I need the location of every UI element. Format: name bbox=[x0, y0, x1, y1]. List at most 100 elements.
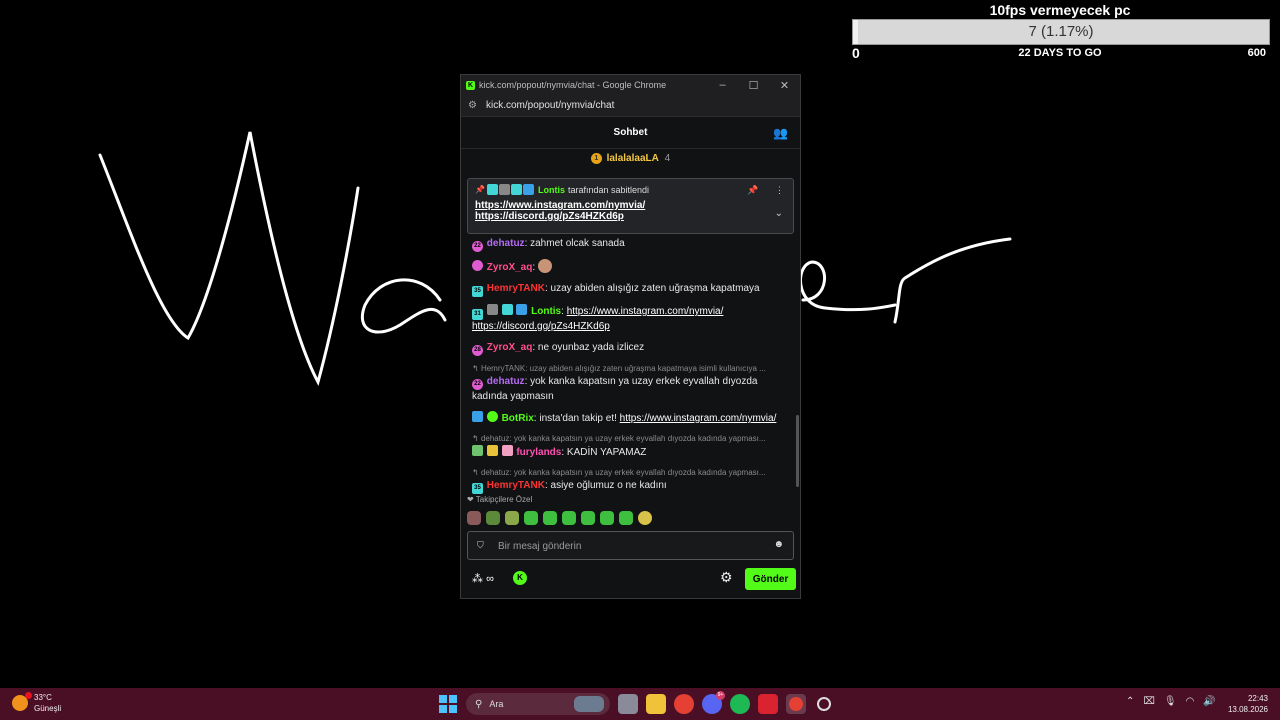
window-titlebar[interactable]: K kick.com/popout/nymvia/chat - Google C… bbox=[461, 75, 800, 95]
chat-link[interactable]: https://www.instagram.com/nymvia/ bbox=[567, 306, 724, 317]
chat-message: BotRix: insta'dan takip et! https://www.… bbox=[472, 411, 790, 426]
send-button[interactable]: Gönder bbox=[745, 568, 796, 590]
red-app-icon[interactable] bbox=[758, 694, 778, 714]
globe-badge-icon bbox=[472, 445, 483, 456]
chevron-down-icon[interactable]: ⌄ bbox=[775, 208, 783, 219]
minimize-button[interactable]: – bbox=[707, 79, 738, 91]
emote-icon[interactable] bbox=[619, 511, 633, 525]
handwriting-stroke bbox=[799, 260, 897, 312]
message-input[interactable] bbox=[498, 538, 758, 554]
handwriting-stroke bbox=[893, 237, 1012, 324]
volume-icon[interactable]: 🔊 bbox=[1203, 696, 1215, 707]
pinned-link-instagram[interactable]: https://www.instagram.com/nymvia/ bbox=[475, 200, 786, 211]
chat-username[interactable]: dehatuz bbox=[487, 376, 525, 387]
users-icon[interactable]: 👥 bbox=[773, 126, 788, 140]
chat-text: ne oyunbaz yada izlicez bbox=[537, 342, 645, 353]
start-button[interactable] bbox=[438, 694, 458, 714]
chat-scrollbar[interactable] bbox=[796, 415, 799, 487]
donation-goal-widget: 10fps vermeyecek pc 7 (1.17%) 0 22 DAYS … bbox=[850, 0, 1270, 62]
emote-icon[interactable] bbox=[543, 511, 557, 525]
chrome-logo-icon bbox=[789, 697, 803, 711]
wifi-icon[interactable]: ◠ bbox=[1186, 696, 1195, 707]
reply-preview[interactable]: ↰ dehatuz: yok kanka kapatsın ya uzay er… bbox=[472, 467, 790, 479]
address-bar[interactable]: ⚙ kick.com/popout/nymvia/chat bbox=[461, 95, 800, 117]
cat-badge-icon bbox=[501, 445, 513, 456]
pinned-body: https://www.instagram.com/nymvia/ https:… bbox=[475, 200, 786, 222]
sun-icon bbox=[12, 692, 32, 711]
moderator-badge-icon bbox=[472, 411, 483, 422]
chat-message: ↰ dehatuz: yok kanka kapatsın ya uzay er… bbox=[472, 433, 790, 460]
pinned-link-discord[interactable]: https://discord.gg/pZs4HZKd6p bbox=[475, 211, 786, 222]
more-options-icon[interactable]: ⋮ bbox=[775, 185, 784, 195]
chat-username[interactable]: BotRix bbox=[502, 413, 534, 424]
unpin-icon[interactable]: 📌 bbox=[747, 185, 758, 195]
chat-username[interactable]: ZyroX_aq bbox=[487, 342, 533, 353]
maximize-button[interactable]: ☐ bbox=[738, 79, 769, 92]
chat-message: ↰ HemryTANK: uzay abiden alışığız zaten … bbox=[472, 363, 790, 404]
emote-icon[interactable] bbox=[524, 511, 538, 525]
chat-username[interactable]: HemryTANK bbox=[487, 480, 545, 491]
reply-preview[interactable]: ↰ HemryTANK: uzay abiden alışığız zaten … bbox=[472, 363, 790, 375]
rank-coin-icon: 1 bbox=[590, 152, 602, 164]
message-input-box[interactable]: ⛉ ☻ bbox=[467, 531, 794, 560]
chat-username[interactable]: furylands bbox=[516, 447, 561, 458]
chrome-active-icon[interactable] bbox=[786, 694, 806, 714]
weather-condition: Güneşli bbox=[34, 704, 62, 713]
site-settings-icon[interactable]: ⚙ bbox=[468, 100, 477, 111]
chat-text: uzay abiden alışığız zaten uğraşma kapat… bbox=[550, 283, 760, 294]
weather-temp: 33°C bbox=[34, 693, 52, 702]
chevron-up-icon[interactable]: ⌃ bbox=[1126, 696, 1134, 707]
chrome-icon[interactable] bbox=[674, 694, 694, 714]
microphone-icon[interactable]: 🎙 bbox=[1164, 696, 1177, 707]
chat-link[interactable]: https://www.instagram.com/nymvia/ bbox=[620, 413, 777, 424]
spotify-icon[interactable] bbox=[730, 694, 750, 714]
pinned-author[interactable]: Lontis bbox=[538, 185, 565, 195]
subscriber-badge-icon: 31 bbox=[472, 309, 483, 320]
chat-message: 35 HemryTANK: uzay abiden alışığız zaten… bbox=[472, 282, 790, 297]
emote-icon[interactable] bbox=[581, 511, 595, 525]
shield-icon: ⛉ bbox=[477, 540, 484, 550]
pinned-actions: 📌 ⋮ bbox=[747, 185, 784, 196]
reply-preview[interactable]: ↰ dehatuz: yok kanka kapatsın ya uzay er… bbox=[472, 433, 790, 445]
pinned-message[interactable]: 📌 Lontis tarafından sabitlendi 📌 ⋮ https… bbox=[467, 178, 794, 234]
goal-days-left: 22 DAYS TO GO bbox=[1018, 47, 1102, 59]
emote-icon[interactable] bbox=[562, 511, 576, 525]
network-icon[interactable]: ⌧ bbox=[1143, 696, 1155, 707]
emote-icon[interactable] bbox=[467, 511, 481, 525]
close-button[interactable]: ✕ bbox=[769, 79, 800, 92]
settings-gear-icon[interactable]: ⚙ bbox=[720, 569, 733, 586]
search-highlight-image bbox=[574, 696, 604, 712]
emote-row bbox=[467, 511, 797, 525]
chat-username[interactable]: HemryTANK bbox=[487, 283, 545, 294]
taskbar-search[interactable]: ⚲ Ara bbox=[466, 693, 610, 715]
chat-link[interactable]: https://discord.gg/pZs4HZKd6p bbox=[472, 321, 610, 332]
chat-username[interactable]: Lontis bbox=[531, 306, 561, 317]
url-text[interactable]: kick.com/popout/nymvia/chat bbox=[486, 100, 614, 111]
emote-icon[interactable] bbox=[600, 511, 614, 525]
handwriting-stroke bbox=[361, 278, 447, 334]
discord-icon[interactable]: 9+ bbox=[702, 691, 725, 714]
chat-username[interactable]: ZyroX_aq bbox=[487, 262, 533, 273]
emote-icon[interactable] bbox=[486, 511, 500, 525]
task-view-icon[interactable] bbox=[618, 694, 638, 714]
emote-icon[interactable] bbox=[638, 511, 652, 525]
chat-message: 22 dehatuz: zahmet olcak sanada bbox=[472, 237, 790, 252]
goal-progress-text: 7 (1.17%) bbox=[1028, 23, 1094, 40]
kick-badge-icon[interactable]: K bbox=[513, 571, 527, 585]
face-emote-icon bbox=[537, 259, 552, 273]
obs-icon[interactable] bbox=[814, 694, 834, 714]
weather-widget[interactable]: 33°C Güneşli bbox=[12, 692, 61, 714]
channel-points-icon[interactable]: ⁂ ∞ bbox=[472, 572, 494, 585]
chat-username[interactable]: dehatuz bbox=[487, 238, 525, 249]
gift-leaderboard[interactable]: 1 lalalalaaLA 4 bbox=[461, 149, 800, 169]
discord-notification-badge: 9+ bbox=[716, 691, 725, 700]
clock[interactable]: 22:43 13.08.2026 bbox=[1228, 693, 1268, 715]
stats-badge-icon bbox=[501, 304, 513, 315]
file-explorer-icon[interactable] bbox=[646, 694, 666, 714]
emoji-picker-icon[interactable]: ☻ bbox=[773, 539, 784, 550]
emote-icon[interactable] bbox=[505, 511, 519, 525]
subscriber-badge-icon bbox=[486, 184, 498, 195]
goal-max: 600 bbox=[1247, 47, 1266, 59]
chat-message: ZyroX_aq: bbox=[472, 259, 790, 275]
chat-text: zahmet olcak sanada bbox=[530, 238, 625, 249]
